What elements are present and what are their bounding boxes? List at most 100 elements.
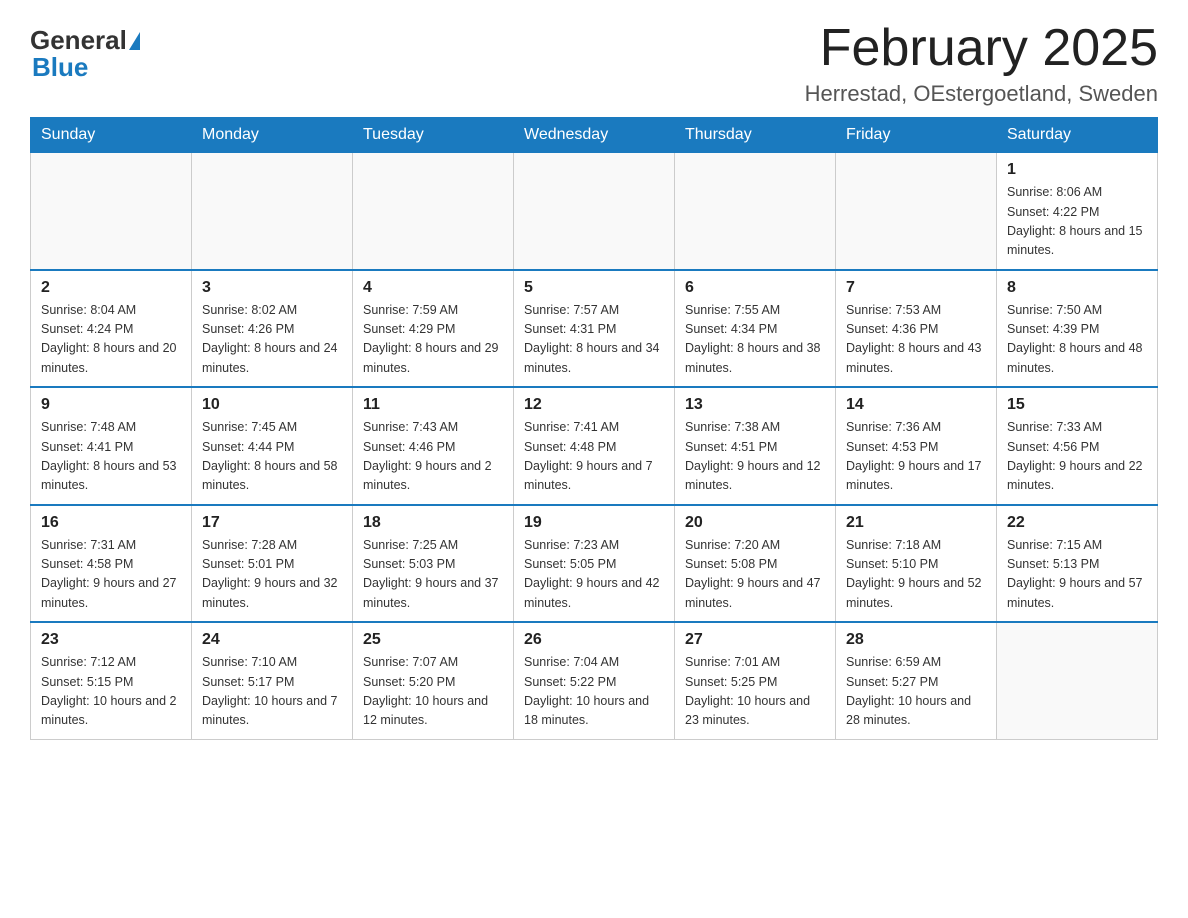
calendar-day-cell: 13 Sunrise: 7:38 AMSunset: 4:51 PMDayligh…: [675, 387, 836, 505]
calendar-day-cell: 24 Sunrise: 7:10 AMSunset: 5:17 PMDayligh…: [192, 622, 353, 739]
calendar-day-cell: 2 Sunrise: 8:04 AMSunset: 4:24 PMDaylight…: [31, 270, 192, 388]
calendar-day-cell: 3 Sunrise: 8:02 AMSunset: 4:26 PMDaylight…: [192, 270, 353, 388]
day-number: 1: [1007, 161, 1147, 179]
calendar-day-cell: 7Sunrise: 7:53 AMSunset: 4:36 PMDaylight…: [836, 270, 997, 388]
day-info: Sunrise: 7:01 AMSunset: 5:25 PMDaylight:…: [685, 653, 825, 731]
header-saturday: Saturday: [997, 118, 1158, 153]
day-number: 18: [363, 514, 503, 532]
day-number: 11: [363, 396, 503, 414]
header-sunday: Sunday: [31, 118, 192, 153]
day-info: Sunrise: 7:23 AMSunset: 5:05 PMDaylight:…: [524, 536, 664, 614]
calendar-day-cell: 23 Sunrise: 7:12 AMSunset: 5:15 PMDayligh…: [31, 622, 192, 739]
day-info: Sunrise: 7:04 AMSunset: 5:22 PMDaylight:…: [524, 653, 664, 731]
calendar-day-cell: 28Sunrise: 6:59 AMSunset: 5:27 PMDayligh…: [836, 622, 997, 739]
title-block: February 2025 Herrestad, OEstergoetland,…: [805, 20, 1158, 107]
day-number: 26: [524, 631, 664, 649]
calendar-header-row: SundayMondayTuesdayWednesdayThursdayFrid…: [31, 118, 1158, 153]
calendar-day-cell: [836, 153, 997, 270]
week-row-3: 16 Sunrise: 7:31 AMSunset: 4:58 PMDayligh…: [31, 505, 1158, 623]
day-info: Sunrise: 7:38 AMSunset: 4:51 PMDaylight:…: [685, 418, 825, 496]
day-info: Sunrise: 7:53 AMSunset: 4:36 PMDaylight:…: [846, 301, 986, 379]
day-info: Sunrise: 7:41 AMSunset: 4:48 PMDaylight:…: [524, 418, 664, 496]
day-number: 19: [524, 514, 664, 532]
calendar-day-cell: 4 Sunrise: 7:59 AMSunset: 4:29 PMDaylight…: [353, 270, 514, 388]
logo-blue-text: Blue: [32, 52, 88, 83]
week-row-1: 2 Sunrise: 8:04 AMSunset: 4:24 PMDaylight…: [31, 270, 1158, 388]
calendar-day-cell: [353, 153, 514, 270]
calendar-day-cell: 9 Sunrise: 7:48 AMSunset: 4:41 PMDaylight…: [31, 387, 192, 505]
calendar-day-cell: 1 Sunrise: 8:06 AMSunset: 4:22 PMDaylight…: [997, 153, 1158, 270]
day-number: 13: [685, 396, 825, 414]
day-info: Sunrise: 7:48 AMSunset: 4:41 PMDaylight:…: [41, 418, 181, 496]
day-number: 2: [41, 279, 181, 297]
day-info: Sunrise: 8:06 AMSunset: 4:22 PMDaylight:…: [1007, 183, 1147, 261]
page-header: General Blue February 2025 Herrestad, OE…: [30, 20, 1158, 107]
day-info: Sunrise: 7:12 AMSunset: 5:15 PMDaylight:…: [41, 653, 181, 731]
day-info: Sunrise: 8:02 AMSunset: 4:26 PMDaylight:…: [202, 301, 342, 379]
day-number: 6: [685, 279, 825, 297]
calendar-day-cell: 26 Sunrise: 7:04 AMSunset: 5:22 PMDayligh…: [514, 622, 675, 739]
header-wednesday: Wednesday: [514, 118, 675, 153]
day-info: Sunrise: 7:25 AMSunset: 5:03 PMDaylight:…: [363, 536, 503, 614]
calendar-title: February 2025: [805, 20, 1158, 77]
day-info: Sunrise: 7:36 AMSunset: 4:53 PMDaylight:…: [846, 418, 986, 496]
calendar-day-cell: 25 Sunrise: 7:07 AMSunset: 5:20 PMDayligh…: [353, 622, 514, 739]
calendar-day-cell: 6Sunrise: 7:55 AMSunset: 4:34 PMDaylight…: [675, 270, 836, 388]
day-number: 15: [1007, 396, 1147, 414]
day-number: 4: [363, 279, 503, 297]
header-monday: Monday: [192, 118, 353, 153]
calendar-table: SundayMondayTuesdayWednesdayThursdayFrid…: [30, 117, 1158, 740]
calendar-day-cell: 22 Sunrise: 7:15 AMSunset: 5:13 PMDayligh…: [997, 505, 1158, 623]
day-info: Sunrise: 7:18 AMSunset: 5:10 PMDaylight:…: [846, 536, 986, 614]
calendar-day-cell: [675, 153, 836, 270]
day-number: 9: [41, 396, 181, 414]
calendar-day-cell: 12 Sunrise: 7:41 AMSunset: 4:48 PMDayligh…: [514, 387, 675, 505]
calendar-subtitle: Herrestad, OEstergoetland, Sweden: [805, 81, 1158, 107]
day-number: 27: [685, 631, 825, 649]
calendar-day-cell: 18 Sunrise: 7:25 AMSunset: 5:03 PMDayligh…: [353, 505, 514, 623]
day-number: 24: [202, 631, 342, 649]
day-info: Sunrise: 7:50 AMSunset: 4:39 PMDaylight:…: [1007, 301, 1147, 379]
calendar-day-cell: 17 Sunrise: 7:28 AMSunset: 5:01 PMDayligh…: [192, 505, 353, 623]
calendar-day-cell: [192, 153, 353, 270]
day-number: 22: [1007, 514, 1147, 532]
calendar-day-cell: 20 Sunrise: 7:20 AMSunset: 5:08 PMDayligh…: [675, 505, 836, 623]
day-info: Sunrise: 7:33 AMSunset: 4:56 PMDaylight:…: [1007, 418, 1147, 496]
day-number: 12: [524, 396, 664, 414]
calendar-day-cell: 21 Sunrise: 7:18 AMSunset: 5:10 PMDayligh…: [836, 505, 997, 623]
day-number: 20: [685, 514, 825, 532]
header-thursday: Thursday: [675, 118, 836, 153]
day-number: 23: [41, 631, 181, 649]
day-info: Sunrise: 7:10 AMSunset: 5:17 PMDaylight:…: [202, 653, 342, 731]
day-info: Sunrise: 7:43 AMSunset: 4:46 PMDaylight:…: [363, 418, 503, 496]
day-info: Sunrise: 8:04 AMSunset: 4:24 PMDaylight:…: [41, 301, 181, 379]
day-number: 17: [202, 514, 342, 532]
calendar-day-cell: [31, 153, 192, 270]
calendar-day-cell: 19 Sunrise: 7:23 AMSunset: 5:05 PMDayligh…: [514, 505, 675, 623]
calendar-day-cell: 11 Sunrise: 7:43 AMSunset: 4:46 PMDayligh…: [353, 387, 514, 505]
day-info: Sunrise: 7:57 AMSunset: 4:31 PMDaylight:…: [524, 301, 664, 379]
calendar-day-cell: 15 Sunrise: 7:33 AMSunset: 4:56 PMDayligh…: [997, 387, 1158, 505]
day-info: Sunrise: 7:31 AMSunset: 4:58 PMDaylight:…: [41, 536, 181, 614]
calendar-day-cell: 16 Sunrise: 7:31 AMSunset: 4:58 PMDayligh…: [31, 505, 192, 623]
day-info: Sunrise: 7:15 AMSunset: 5:13 PMDaylight:…: [1007, 536, 1147, 614]
day-number: 28: [846, 631, 986, 649]
header-tuesday: Tuesday: [353, 118, 514, 153]
day-number: 25: [363, 631, 503, 649]
calendar-day-cell: [514, 153, 675, 270]
week-row-2: 9 Sunrise: 7:48 AMSunset: 4:41 PMDaylight…: [31, 387, 1158, 505]
week-row-0: 1 Sunrise: 8:06 AMSunset: 4:22 PMDaylight…: [31, 153, 1158, 270]
day-number: 16: [41, 514, 181, 532]
calendar-day-cell: 10Sunrise: 7:45 AMSunset: 4:44 PMDayligh…: [192, 387, 353, 505]
logo: General Blue: [30, 25, 140, 83]
day-info: Sunrise: 7:28 AMSunset: 5:01 PMDaylight:…: [202, 536, 342, 614]
day-info: Sunrise: 7:20 AMSunset: 5:08 PMDaylight:…: [685, 536, 825, 614]
day-number: 5: [524, 279, 664, 297]
day-info: Sunrise: 7:45 AMSunset: 4:44 PMDaylight:…: [202, 418, 342, 496]
day-info: Sunrise: 7:07 AMSunset: 5:20 PMDaylight:…: [363, 653, 503, 731]
week-row-4: 23 Sunrise: 7:12 AMSunset: 5:15 PMDayligh…: [31, 622, 1158, 739]
calendar-day-cell: [997, 622, 1158, 739]
day-info: Sunrise: 7:59 AMSunset: 4:29 PMDaylight:…: [363, 301, 503, 379]
day-number: 21: [846, 514, 986, 532]
day-number: 3: [202, 279, 342, 297]
